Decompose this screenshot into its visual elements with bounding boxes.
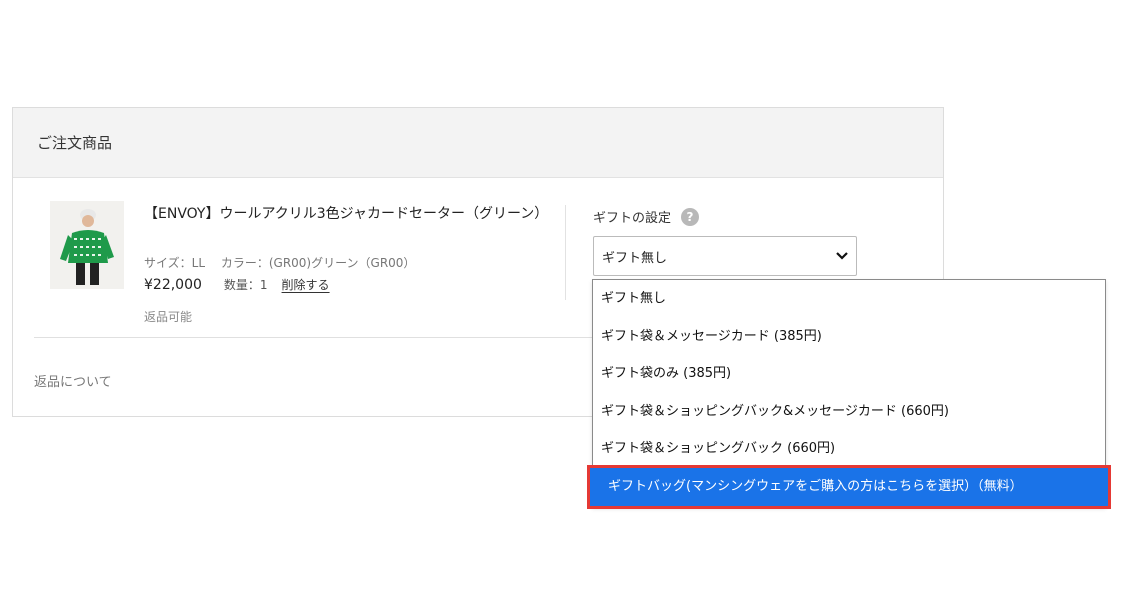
delete-link[interactable]: 削除する — [282, 276, 330, 293]
vertical-divider — [565, 205, 566, 300]
product-color: カラー：(GR00)グリーン（GR00） — [220, 256, 416, 270]
question-circle-icon[interactable]: ? — [681, 207, 700, 226]
gift-select[interactable]: ギフト無し — [593, 236, 857, 276]
panel-header: ご注文商品 — [13, 108, 943, 178]
product-attributes: サイズ：LL カラー：(GR00)グリーン（GR00） — [144, 254, 415, 271]
gift-option[interactable]: ギフト袋のみ (385円) — [593, 355, 1105, 393]
gift-option[interactable]: ギフト無し — [593, 280, 1105, 318]
returns-info-link[interactable]: 返品について — [34, 371, 112, 390]
product-price: ¥22,000 — [144, 277, 202, 293]
product-size: サイズ：LL — [144, 256, 206, 270]
chevron-down-icon — [836, 248, 848, 264]
product-title[interactable]: 【ENVOY】ウールアクリル3色ジャカードセーター（グリーン） — [144, 203, 548, 225]
section-title: ご注文商品 — [37, 134, 113, 152]
gift-options-dropdown[interactable]: ギフト無し ギフト袋＆メッセージカード (385円) ギフト袋のみ (385円)… — [587, 279, 1111, 509]
price-row: ¥22,000 数量：1 削除する — [144, 276, 330, 293]
gift-setting-label: ギフトの設定 ? — [593, 207, 700, 226]
gift-option[interactable]: ギフト袋＆ショッピングバック&メッセージカード (660円) — [593, 393, 1105, 431]
gift-option[interactable]: ギフト袋＆ショッピングバック (660円) — [593, 430, 1105, 468]
product-image[interactable] — [50, 201, 124, 289]
product-quantity: 数量：1 — [223, 278, 268, 292]
gift-select-value: ギフト無し — [602, 250, 668, 266]
returnable-text: 返品可能 — [144, 310, 193, 324]
gift-label-text: ギフトの設定 — [593, 211, 672, 226]
gift-option-highlighted[interactable]: ギフトバッグ(マンシングウェアをご購入の方はこちらを選択）（無料） — [587, 465, 1111, 509]
gift-option[interactable]: ギフト袋＆メッセージカード (385円) — [593, 318, 1105, 356]
